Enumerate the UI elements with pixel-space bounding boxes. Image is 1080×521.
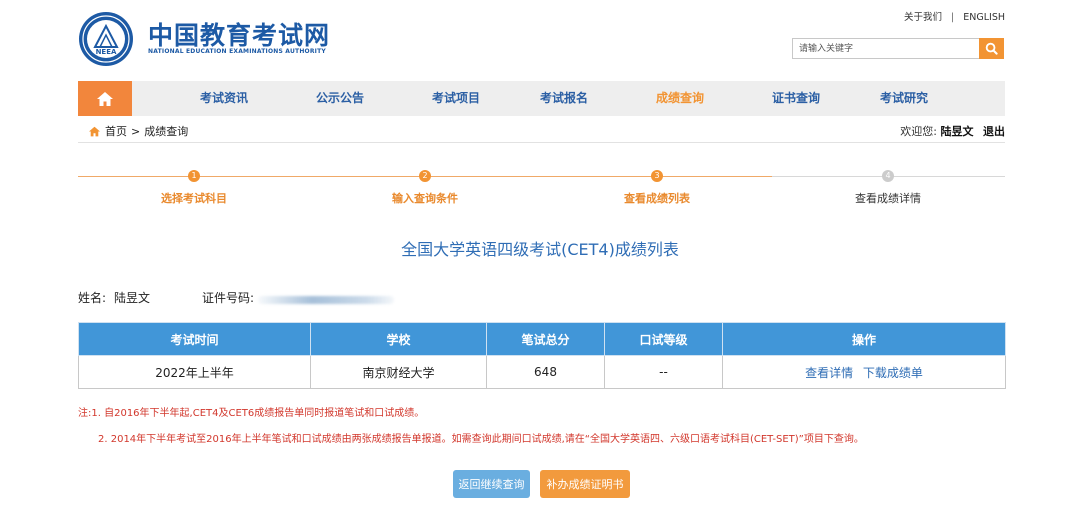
site-name[interactable]: 中国教育考试网 (148, 16, 330, 52)
step-label-4: 查看成绩详情 (855, 192, 921, 205)
id-number-label: 证件号码: (202, 291, 255, 305)
breadcrumb-bar: 首页 > 成绩查询 欢迎您: 陆昱文 退出 (78, 119, 1005, 143)
column-header-oral-grade: 口试等级 (604, 322, 723, 356)
home-icon (97, 91, 113, 106)
id-number-redaction (258, 296, 394, 304)
column-header-exam-time: 考试时间 (78, 322, 311, 356)
welcome-label: 欢迎您: (900, 125, 937, 138)
candidate-name: 陆昱文 (114, 291, 151, 305)
progress-steps: 1 选择考试科目 2 输入查询条件 3 查看成绩列表 4 查看成绩详情 (78, 165, 1005, 215)
nav-item-announcements[interactable]: 公示公告 (316, 81, 364, 116)
column-header-actions: 操作 (722, 322, 1006, 356)
certificate-reissue-button[interactable]: 补办成绩证明书 (540, 470, 630, 498)
step-dot-4: 4 (882, 170, 894, 182)
table-row: 2022年上半年 南京财经大学 648 -- 查看详情 下载成绩单 (78, 355, 1006, 389)
search-box (792, 38, 1004, 59)
download-report-link[interactable]: 下载成绩单 (863, 366, 923, 380)
step-dot-2: 2 (419, 170, 431, 182)
step-label-1: 选择考试科目 (161, 192, 227, 205)
home-icon (89, 126, 100, 136)
main-nav: 考试资讯 公示公告 考试项目 考试报名 成绩查询 证书查询 考试研究 (78, 81, 1005, 116)
neea-logo[interactable]: NEEA (78, 11, 134, 67)
result-title: 全国大学英语四级考试(CET4)成绩列表 (401, 240, 679, 259)
note-line-1: 注:1. 自2016年下半年起,CET4及CET6成绩报告单同时报道笔试和口试成… (78, 408, 425, 419)
name-label: 姓名: (78, 291, 107, 305)
step-dot-1: 1 (188, 170, 200, 182)
site-header: NEEA 中国教育考试网 NATIONAL EDUCATION EXAMINAT… (78, 0, 1005, 80)
column-header-written-total: 笔试总分 (486, 322, 605, 356)
view-details-link[interactable]: 查看详情 (805, 366, 853, 380)
top-links: 关于我们 | ENGLISH (904, 9, 1005, 23)
nav-item-exam-research[interactable]: 考试研究 (880, 81, 928, 116)
top-links-separator: | (951, 12, 955, 23)
site-name-english: NATIONAL EDUCATION EXAMINATIONS AUTHORIT… (148, 48, 326, 55)
cell-actions: 查看详情 下载成绩单 (722, 355, 1006, 389)
search-icon (985, 42, 998, 55)
svg-text:NEEA: NEEA (96, 48, 117, 56)
breadcrumb-current: 成绩查询 (144, 125, 189, 138)
back-to-query-button[interactable]: 返回继续查询 (453, 470, 530, 498)
nav-item-registration[interactable]: 考试报名 (540, 81, 588, 116)
step-label-2: 输入查询条件 (392, 192, 458, 205)
step-label-3: 查看成绩列表 (624, 192, 690, 205)
cell-oral-grade: -- (604, 355, 723, 389)
logout-link[interactable]: 退出 (983, 125, 1005, 138)
breadcrumb: 首页 > 成绩查询 (88, 123, 188, 139)
about-link[interactable]: 关于我们 (904, 9, 942, 23)
search-input[interactable] (792, 38, 979, 59)
note-line-2: 2. 2014年下半年考试至2016年上半年笔试和口试成绩由两张成绩报告单报道。… (98, 434, 864, 445)
breadcrumb-home-link[interactable]: 首页 (105, 123, 127, 139)
cell-exam-time: 2022年上半年 (78, 355, 311, 389)
step-dot-3: 3 (651, 170, 663, 182)
table-header-row: 考试时间 学校 笔试总分 口试等级 操作 (78, 322, 1006, 356)
candidate-info: 姓名: 陆昱文 证件号码: (78, 289, 1005, 307)
nav-item-certificate-query[interactable]: 证书查询 (772, 81, 820, 116)
search-button[interactable] (979, 38, 1004, 59)
nav-item-exam-news[interactable]: 考试资讯 (200, 81, 248, 116)
column-header-school: 学校 (310, 322, 487, 356)
nav-item-score-query[interactable]: 成绩查询 (656, 81, 704, 116)
welcome-area: 欢迎您: 陆昱文 退出 (900, 123, 1005, 139)
cell-written-total: 648 (486, 355, 605, 389)
english-link[interactable]: ENGLISH (963, 12, 1005, 23)
user-name: 陆昱文 (940, 125, 974, 138)
home-button[interactable] (78, 81, 132, 116)
breadcrumb-separator: > (131, 124, 141, 138)
score-table: 考试时间 学校 笔试总分 口试等级 操作 2022年上半年 南京财经大学 648… (78, 322, 1006, 389)
nav-item-exam-projects[interactable]: 考试项目 (432, 81, 480, 116)
cell-school: 南京财经大学 (310, 355, 487, 389)
